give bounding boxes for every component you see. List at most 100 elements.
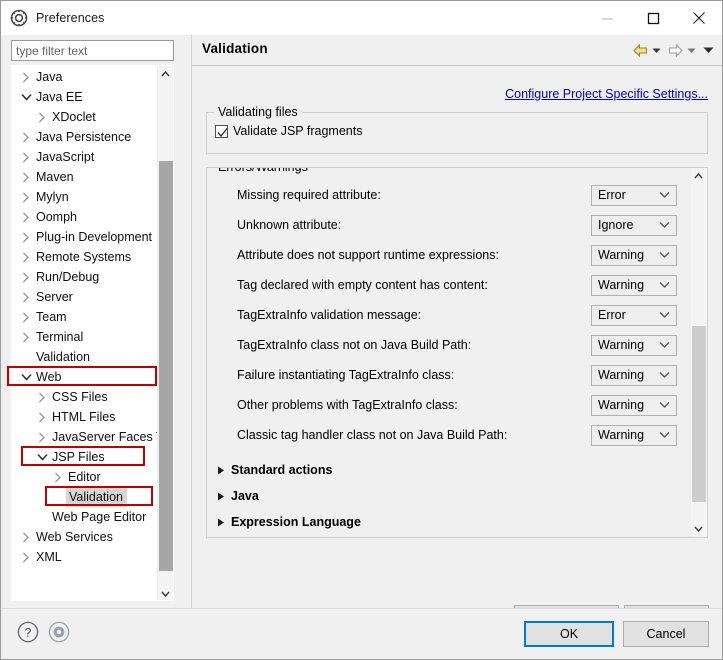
tree-expand-toggle[interactable]	[18, 289, 34, 305]
sidebar-item-oomph[interactable]: Oomph	[12, 207, 160, 227]
severity-dropdown-value: Warning	[598, 248, 645, 262]
sidebar-item-web-services[interactable]: Web Services	[12, 527, 160, 547]
severity-dropdown[interactable]: Warning	[591, 274, 677, 296]
errors-warnings-row: Classic tag handler class not on Java Bu…	[207, 420, 691, 450]
sidebar-item-validation[interactable]: Validation	[12, 487, 160, 507]
view-menu-button[interactable]	[703, 40, 714, 60]
chevron-right-icon	[23, 292, 29, 302]
settings-circle-icon[interactable]	[48, 621, 70, 643]
minimize-button[interactable]	[584, 1, 630, 35]
tree-scrollbar[interactable]	[157, 66, 173, 600]
tree-expand-toggle[interactable]	[18, 309, 34, 325]
chevron-down-icon	[659, 251, 670, 259]
sidebar-item-web[interactable]: Web	[12, 367, 160, 387]
tree-expand-toggle[interactable]	[18, 169, 34, 185]
sidebar-item-xml[interactable]: XML	[12, 547, 160, 567]
ok-button[interactable]: OK	[524, 621, 614, 647]
tree-expand-toggle[interactable]	[18, 69, 34, 85]
tree-scroll-down-button[interactable]	[158, 586, 173, 600]
tree-expand-toggle[interactable]	[18, 189, 34, 205]
sidebar-item-web-page-editor[interactable]: Web Page Editor	[12, 507, 160, 527]
tree-scrollbar-thumb[interactable]	[159, 161, 173, 571]
back-history-dropdown[interactable]	[652, 40, 661, 60]
sidebar-item-jsp-files[interactable]: JSP Files	[12, 447, 160, 467]
severity-dropdown[interactable]: Ignore	[591, 214, 677, 236]
tree-expand-toggle[interactable]	[18, 269, 34, 285]
collapsible-section-label: Java	[231, 489, 259, 503]
sidebar-item-label: Java EE	[36, 90, 83, 104]
sidebar-item-editor[interactable]: Editor	[12, 467, 160, 487]
tree-scroll-up-button[interactable]	[158, 66, 173, 82]
errors-scroll-down-button[interactable]	[691, 521, 706, 537]
sidebar-item-xdoclet[interactable]: XDoclet	[12, 107, 160, 127]
sidebar-item-label: Web Services	[36, 530, 113, 544]
tree-expand-toggle[interactable]	[34, 389, 50, 405]
back-button[interactable]	[632, 40, 649, 60]
maximize-button[interactable]	[630, 1, 676, 35]
forward-history-dropdown[interactable]	[687, 40, 696, 60]
filter-input[interactable]	[11, 40, 174, 61]
sidebar-item-javaserver-faces-t[interactable]: JavaServer Faces T	[12, 427, 164, 447]
tree-items-container: Java Java EE XDoclet Java Persistence JavaSc…	[12, 66, 164, 567]
tree-expand-toggle[interactable]	[18, 329, 34, 345]
severity-dropdown[interactable]: Warning	[591, 364, 677, 386]
tree-expand-toggle[interactable]	[18, 249, 34, 265]
forward-button[interactable]	[667, 40, 684, 60]
sidebar-item-mylyn[interactable]: Mylyn	[12, 187, 160, 207]
collapsible-section-expression-language[interactable]: Expression Language	[217, 512, 361, 532]
sidebar-item-css-files[interactable]: CSS Files	[12, 387, 160, 407]
sidebar-item-java-persistence[interactable]: Java Persistence	[12, 127, 160, 147]
tree-collapse-toggle[interactable]	[34, 449, 50, 465]
sidebar-item-maven[interactable]: Maven	[12, 167, 160, 187]
tree-expand-toggle[interactable]	[50, 469, 66, 485]
sidebar-item-terminal[interactable]: Terminal	[12, 327, 160, 347]
sidebar-item-run-debug[interactable]: Run/Debug	[12, 267, 160, 287]
severity-dropdown[interactable]: Warning	[591, 424, 677, 446]
sidebar-item-remote-systems[interactable]: Remote Systems	[12, 247, 160, 267]
sidebar-item-team[interactable]: Team	[12, 307, 160, 327]
severity-dropdown[interactable]: Error	[591, 184, 677, 206]
tree-expand-toggle[interactable]	[34, 109, 50, 125]
tree-expand-toggle[interactable]	[18, 549, 34, 565]
severity-dropdown[interactable]: Error	[591, 304, 677, 326]
cancel-button[interactable]: Cancel	[623, 621, 709, 647]
sidebar-item-validation[interactable]: Validation	[12, 347, 160, 367]
sidebar-item-label: JavaScript	[36, 150, 95, 164]
errors-scrollbar-thumb[interactable]	[692, 326, 706, 502]
sidebar-item-html-files[interactable]: HTML Files	[12, 407, 160, 427]
tree-expand-toggle[interactable]	[18, 129, 34, 145]
tree-expand-toggle[interactable]	[18, 209, 34, 225]
severity-dropdown[interactable]: Warning	[591, 334, 677, 356]
configure-project-specific-settings-link[interactable]: Configure Project Specific Settings...	[505, 87, 708, 101]
sidebar-item-javascript[interactable]: JavaScript	[12, 147, 160, 167]
sidebar-item-java-ee[interactable]: Java EE	[12, 87, 160, 107]
tree-expand-toggle[interactable]	[34, 409, 50, 425]
validate-jsp-fragments-row[interactable]: Validate JSP fragments	[215, 124, 362, 138]
collapsible-section-standard-actions[interactable]: Standard actions	[217, 460, 332, 480]
errors-warnings-row: Failure instantiating TagExtraInfo class…	[207, 360, 691, 390]
tree-collapse-toggle[interactable]	[18, 369, 34, 385]
tree-collapse-toggle[interactable]	[18, 89, 34, 105]
sidebar-item-java[interactable]: Java	[12, 67, 160, 87]
collapsible-section-java[interactable]: Java	[217, 486, 259, 506]
severity-dropdown[interactable]: Warning	[591, 394, 677, 416]
preferences-tree[interactable]: Java Java EE XDoclet Java Persistence JavaSc…	[11, 65, 174, 601]
tree-expand-toggle[interactable]	[18, 529, 34, 545]
sidebar-item-server[interactable]: Server	[12, 287, 160, 307]
tree-expand-toggle[interactable]	[18, 229, 34, 245]
sidebar-item-plug-in-development[interactable]: Plug-in Development	[12, 227, 160, 247]
help-circle-icon[interactable]: ?	[17, 621, 39, 643]
sidebar-item-label: HTML Files	[52, 410, 116, 424]
severity-dropdown-value: Warning	[598, 428, 645, 442]
validate-jsp-fragments-checkbox[interactable]	[215, 124, 228, 138]
errors-warnings-row: Missing required attribute: Error	[207, 180, 691, 210]
tree-expand-toggle[interactable]	[18, 149, 34, 165]
errors-warnings-scrollbar[interactable]	[691, 168, 707, 537]
severity-dropdown[interactable]: Warning	[591, 244, 677, 266]
tree-expand-toggle[interactable]	[34, 429, 50, 445]
close-button[interactable]	[676, 1, 722, 35]
severity-dropdown-value: Warning	[598, 398, 645, 412]
dialog-footer: ? OK Cancel	[1, 608, 722, 659]
errors-scroll-up-button[interactable]	[691, 168, 706, 184]
validate-jsp-fragments-label: Validate JSP fragments	[233, 124, 363, 138]
